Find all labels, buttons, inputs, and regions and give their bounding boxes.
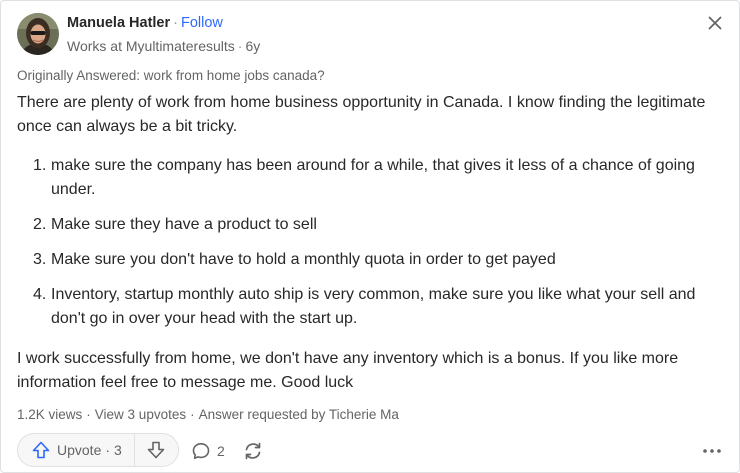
separator-dot: · (237, 38, 243, 54)
downvote-arrow-icon (148, 441, 165, 459)
list-item-text: make sure the company has been around fo… (51, 157, 695, 198)
answer-time[interactable]: 6y (245, 38, 260, 54)
close-button[interactable] (703, 11, 727, 35)
vote-pill: Upvote 3 (17, 433, 179, 467)
author-name[interactable]: Manuela Hatler (67, 15, 170, 31)
author-avatar[interactable] (17, 13, 59, 55)
view-count: 1.2K views (17, 407, 83, 422)
answer-closing: I work successfully from home, we don't … (17, 350, 679, 391)
author-line: Manuela Hatler · Follow (67, 14, 223, 33)
separator-dot: · (173, 15, 178, 31)
author-credential[interactable]: Works at Myultimateresults (67, 38, 235, 54)
upvote-button[interactable]: Upvote 3 (18, 434, 134, 466)
answer-stats: 1.2K views · View 3 upvotes · Answer request… (17, 406, 399, 424)
list-item: 3. Make sure you don't have to hold a mon… (17, 248, 717, 272)
comment-count: 2 (217, 443, 225, 459)
list-number: 1. (33, 157, 47, 174)
list-item-text: Make sure they have a product to sell (51, 216, 317, 233)
author-credential-line: Works at Myultimateresults · 6y (67, 37, 260, 56)
answer-requested-by[interactable]: Answer requested by Ticherie Ma (199, 407, 399, 422)
list-number: 2. (33, 216, 47, 233)
share-cycle-icon (245, 442, 261, 460)
list-item-text: Inventory, startup monthly auto ship is … (51, 286, 696, 327)
answer-intro: There are plenty of work from home busin… (17, 94, 706, 135)
comment-bubble-icon (192, 443, 210, 459)
list-item: 4. Inventory, startup monthly auto ship i… (17, 283, 717, 331)
share-button[interactable] (241, 439, 265, 463)
upvote-arrow-icon (32, 441, 50, 459)
list-item: 2. Make sure they have a product to sell (17, 213, 717, 237)
answer-card: Manuela Hatler · Follow Works at Myultimat… (0, 0, 740, 473)
originally-answered-link[interactable]: Originally Answered: work from home jobs… (17, 67, 325, 85)
list-number: 4. (33, 286, 47, 303)
list-number: 3. (33, 251, 47, 268)
comment-button[interactable]: 2 (191, 440, 225, 462)
view-upvotes-link[interactable]: View 3 upvotes (95, 407, 186, 422)
upvote-label: Upvote (57, 442, 102, 458)
list-item-text: Make sure you don't have to hold a month… (51, 251, 556, 268)
upvote-count: 3 (105, 442, 122, 458)
close-icon (708, 16, 722, 30)
answer-list: 1. make sure the company has been around … (17, 154, 717, 342)
separator-dot: · (86, 407, 91, 422)
separator-dot: · (190, 407, 195, 422)
more-dots-icon (703, 449, 721, 453)
follow-button[interactable]: Follow (181, 15, 223, 31)
list-item: 1. make sure the company has been around … (17, 154, 717, 202)
more-options-button[interactable] (701, 441, 723, 461)
downvote-button[interactable] (135, 434, 178, 466)
